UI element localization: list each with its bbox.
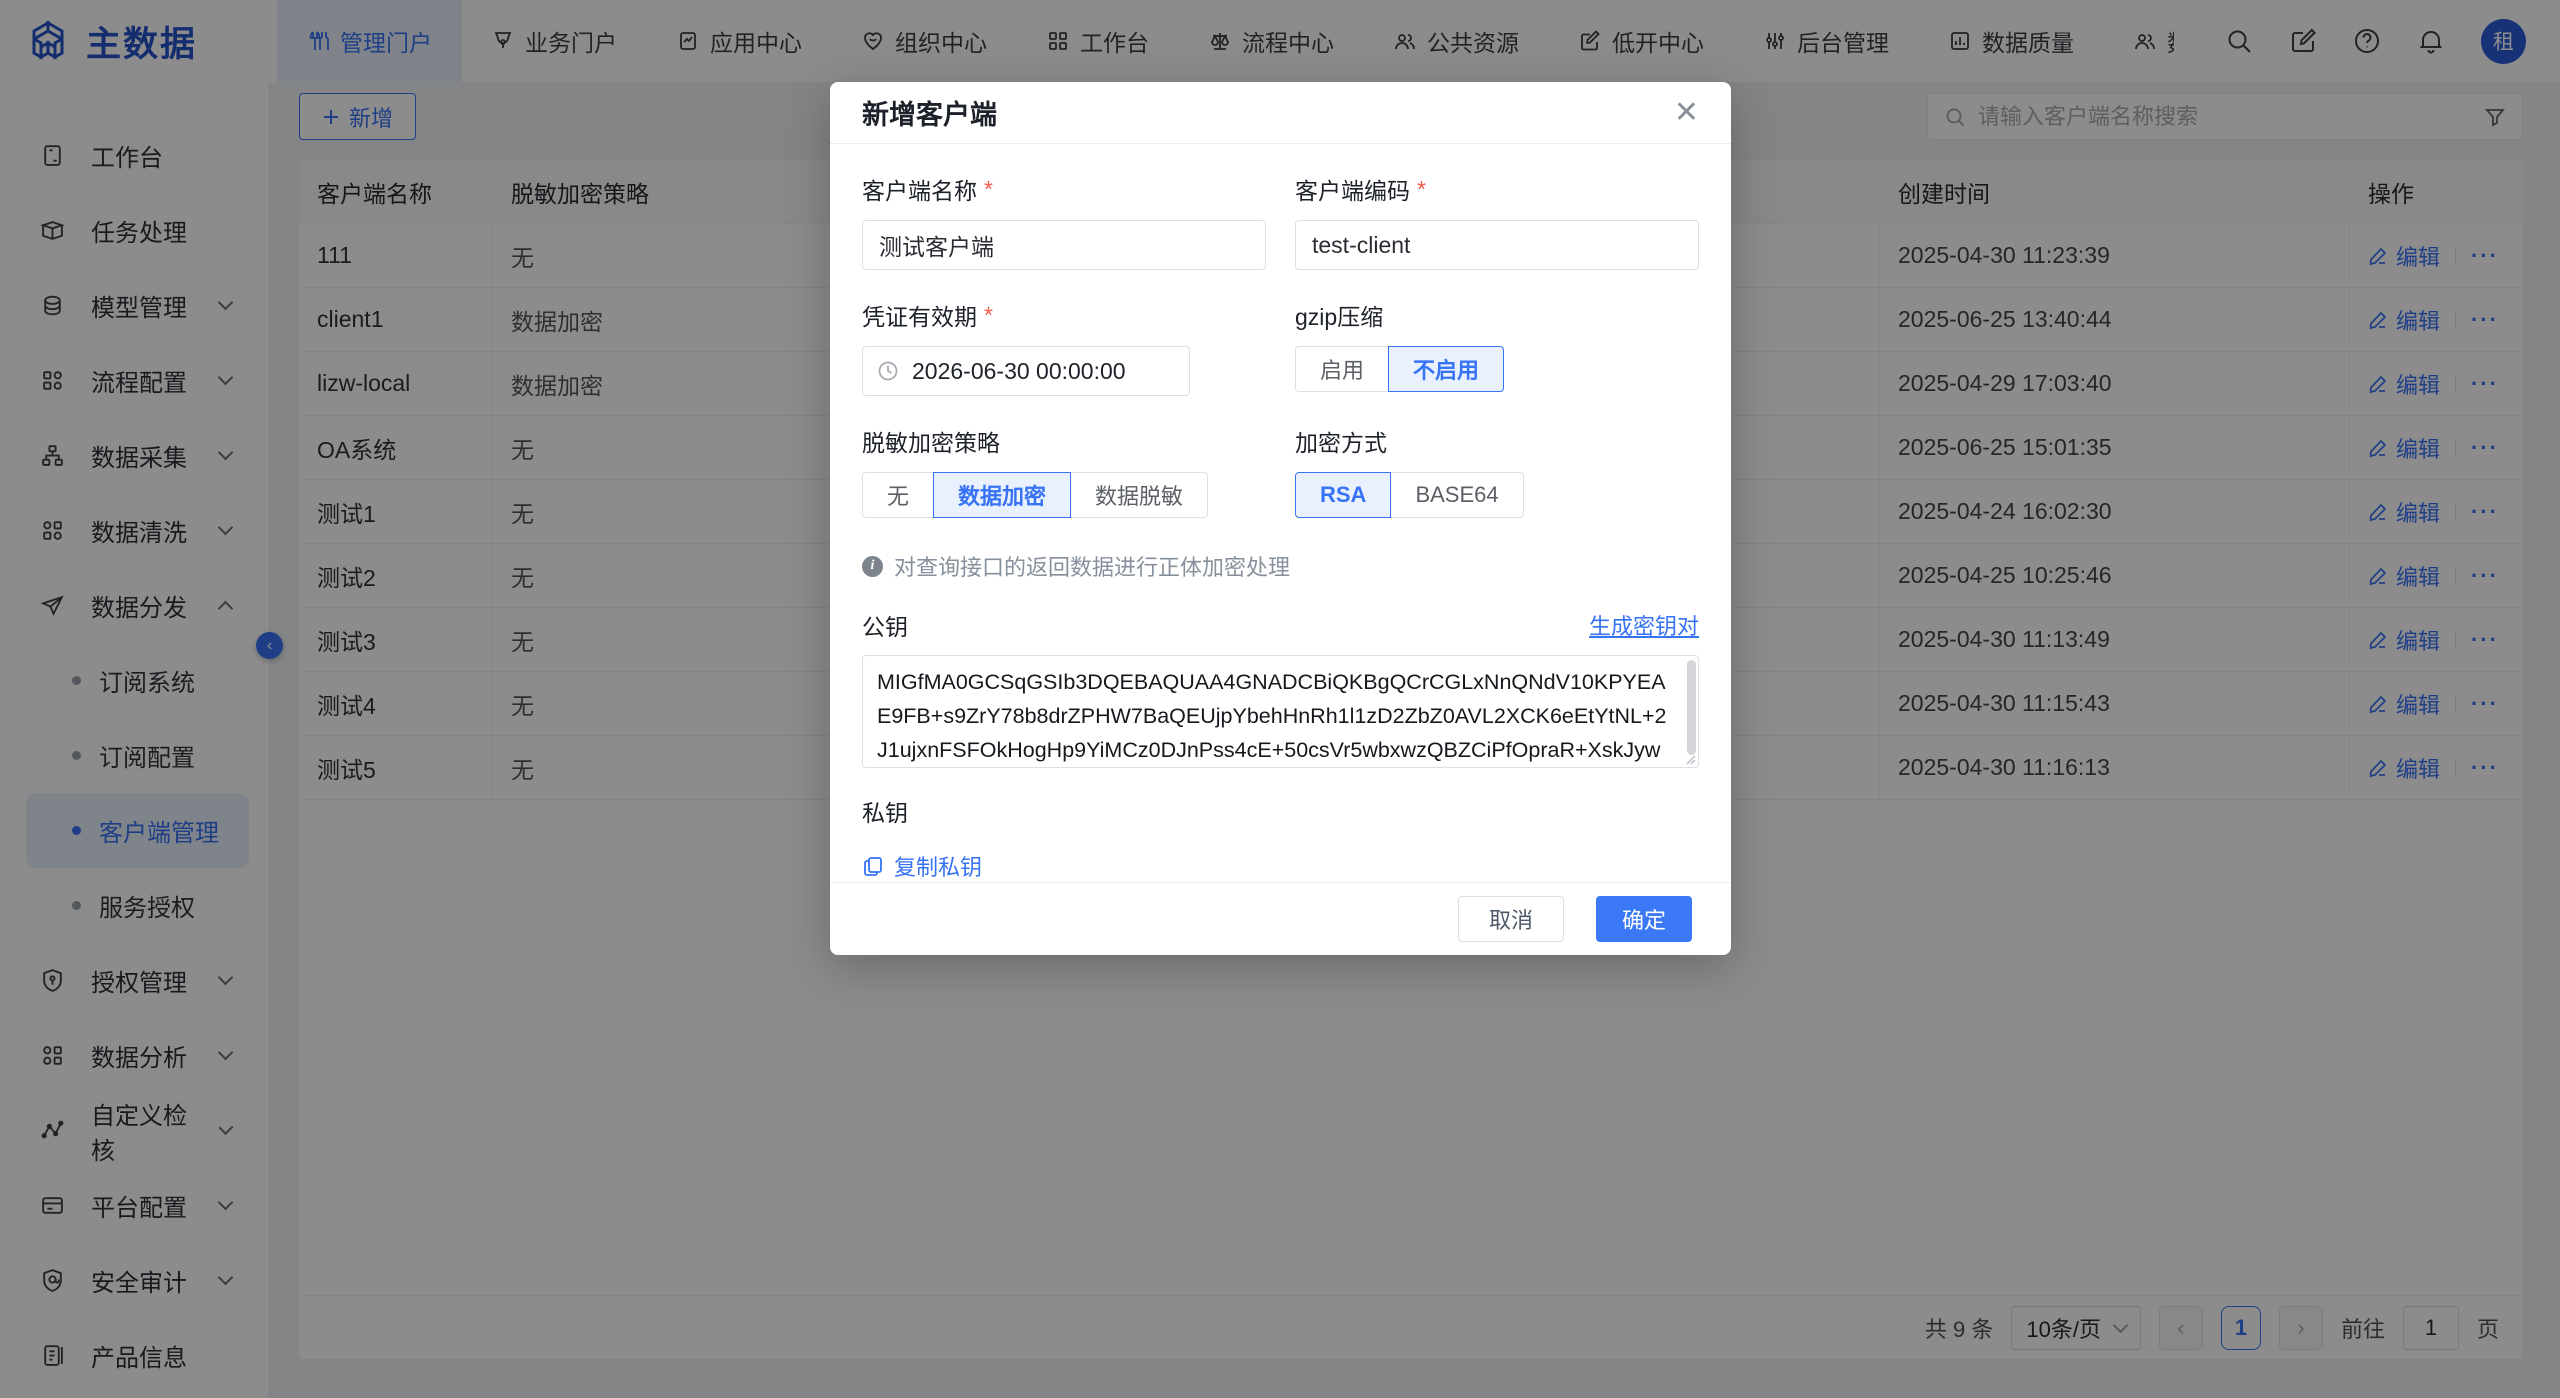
method-base64-option[interactable]: BASE64: [1390, 472, 1523, 518]
scrollbar-thumb[interactable]: [1687, 660, 1696, 755]
validity-date-input[interactable]: 2026-06-30 00:00:00: [862, 346, 1190, 396]
private-key-label: 私钥: [862, 794, 1699, 828]
method-segmented-control: RSA BASE64: [1295, 472, 1699, 518]
add-client-modal: 新增客户端 ✕ 客户端名称* 客户端编码* 凭证有效期* 2026-06-30 …: [830, 82, 1731, 955]
policy-encrypt-option[interactable]: 数据加密: [933, 472, 1071, 518]
gzip-segmented-control: 启用 不启用: [1295, 346, 1699, 392]
client-code-input[interactable]: [1295, 220, 1699, 270]
modal-header: 新增客户端 ✕: [830, 82, 1731, 144]
required-star: *: [984, 302, 993, 329]
copy-private-key-link[interactable]: 复制私钥: [862, 850, 982, 882]
modal-footer: 取消 确定: [830, 882, 1731, 955]
policy-mask-option[interactable]: 数据脱敏: [1070, 472, 1208, 518]
clock-icon: [877, 360, 899, 382]
field-masking-policy: 脱敏加密策略 无 数据加密 数据脱敏: [862, 424, 1266, 518]
field-credential-validity: 凭证有效期* 2026-06-30 00:00:00: [862, 298, 1266, 396]
public-key-header: 公钥 生成密钥对: [862, 608, 1699, 642]
modal-body: 客户端名称* 客户端编码* 凭证有效期* 2026-06-30 00:00:00…: [830, 144, 1731, 882]
cancel-button[interactable]: 取消: [1458, 896, 1564, 942]
method-rsa-option[interactable]: RSA: [1295, 472, 1391, 518]
field-encryption-method: 加密方式 RSA BASE64: [1295, 424, 1699, 518]
encryption-info-tip: i 对查询接口的返回数据进行正体加密处理: [862, 550, 1699, 582]
field-gzip: gzip压缩 启用 不启用: [1295, 298, 1699, 396]
copy-icon: [862, 855, 884, 877]
confirm-button[interactable]: 确定: [1596, 896, 1692, 942]
gzip-disable-option[interactable]: 不启用: [1388, 346, 1504, 392]
client-name-input[interactable]: [862, 220, 1266, 270]
close-icon[interactable]: ✕: [1674, 98, 1699, 128]
public-key-label: 公钥: [862, 608, 908, 642]
public-key-textarea[interactable]: MIGfMA0GCSqGSIb3DQEBAQUAA4GNADCBiQKBgQCr…: [862, 655, 1699, 768]
policy-segmented-control: 无 数据加密 数据脱敏: [862, 472, 1266, 518]
required-star: *: [984, 176, 993, 203]
resize-grip-icon[interactable]: [1686, 755, 1696, 765]
info-icon: i: [862, 556, 883, 577]
field-client-name: 客户端名称*: [862, 172, 1266, 270]
policy-none-option[interactable]: 无: [862, 472, 934, 518]
generate-keypair-link[interactable]: 生成密钥对: [1589, 609, 1699, 641]
gzip-enable-option[interactable]: 启用: [1295, 346, 1389, 392]
field-client-code: 客户端编码*: [1295, 172, 1699, 270]
required-star: *: [1417, 176, 1426, 203]
modal-title: 新增客户端: [862, 93, 997, 132]
